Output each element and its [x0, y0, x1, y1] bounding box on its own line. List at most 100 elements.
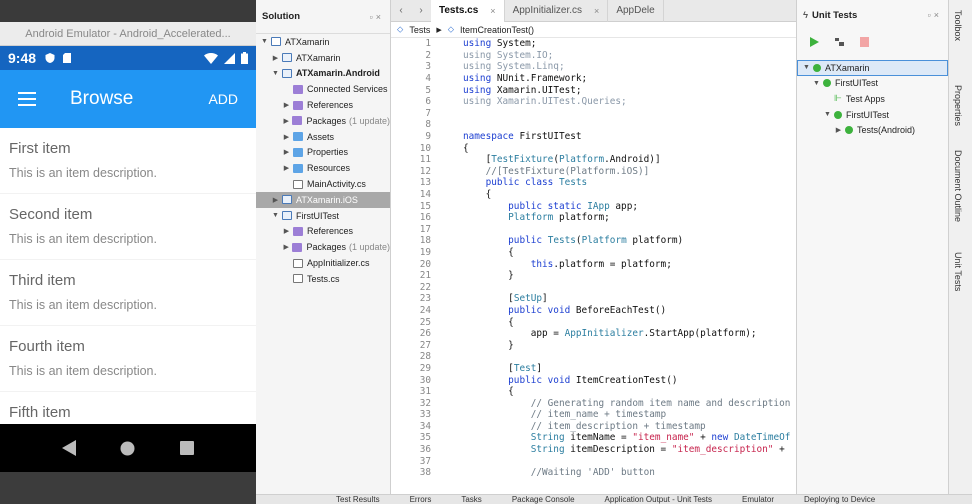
file-icon [293, 179, 303, 189]
status-item[interactable]: Package Console [512, 495, 575, 504]
expander-icon[interactable]: ▶ [282, 101, 291, 109]
line-number: 4 [425, 73, 431, 85]
home-icon[interactable] [120, 441, 135, 456]
code-line: 4 using NUnit.Framework; [391, 73, 796, 85]
pad-window-buttons[interactable]: ▫× [370, 12, 384, 22]
side-tab-unit-tests[interactable]: Unit Tests [953, 252, 963, 291]
list-item[interactable]: First item This is an item description. [0, 128, 256, 194]
code-area[interactable]: 1 using System; 2 using System.IO; 3 using Sy… [391, 38, 796, 479]
code-line: 38 //Waiting 'ADD' button [391, 467, 796, 479]
unit-test-item[interactable]: ▶ Tests(Android) [797, 122, 948, 138]
line-number: 17 [419, 223, 431, 235]
breadcrumb-method[interactable]: ItemCreationTest() [460, 25, 534, 35]
solution-tree-item[interactable]: Tests.cs [256, 271, 390, 287]
expander-icon[interactable]: ▶ [282, 243, 290, 251]
list-item[interactable]: Second item This is an item description. [0, 194, 256, 260]
side-tab-toolbox[interactable]: Toolbox [953, 10, 963, 41]
status-item[interactable]: Errors [410, 495, 432, 504]
solution-pad: Solution ▫× ▼ ATXamarin ▶ ATXamarin ▼ ATXamar… [256, 0, 391, 494]
solution-tree-item[interactable]: ▼ ATXamarin [256, 34, 390, 50]
solution-tree-item[interactable]: Connected Services [256, 81, 390, 97]
expander-icon[interactable]: ▶ [271, 196, 280, 204]
tab-label: Tests.cs [439, 5, 479, 16]
unit-test-item[interactable]: ▼ FirstUITest [797, 107, 948, 123]
solution-tree-item[interactable]: ▶ Properties [256, 145, 390, 161]
code-line: 14 { [391, 189, 796, 201]
expander-icon[interactable]: ▶ [834, 126, 843, 134]
solution-tree-item[interactable]: AppInitializer.cs [256, 255, 390, 271]
expander-icon[interactable]: ▶ [271, 54, 280, 62]
line-text: using System.IO; [463, 49, 554, 61]
nav-back-icon[interactable]: ‹ [391, 5, 411, 16]
expander-icon[interactable]: ▼ [823, 111, 832, 118]
app-toolbar: Browse ADD [0, 70, 256, 128]
expander-icon[interactable]: ▶ [282, 164, 291, 172]
folder-icon [292, 116, 303, 126]
test-apps-icon: ⊩ [834, 93, 842, 104]
line-number: 14 [419, 189, 431, 201]
add-button[interactable]: ADD [208, 91, 238, 107]
line-text: public static IApp app; [508, 200, 638, 212]
status-item[interactable]: Tasks [461, 495, 481, 504]
line-text: namespace FirstUITest [463, 131, 582, 143]
tree-item-label: References [307, 100, 354, 111]
solution-tree-item[interactable]: ▶ References [256, 97, 390, 113]
editor-tab[interactable]: Tests.cs × [431, 0, 505, 22]
back-icon[interactable] [62, 440, 77, 456]
expander-icon[interactable]: ▶ [282, 117, 290, 125]
status-item[interactable]: Deploying to Device [804, 495, 875, 504]
expander-icon[interactable]: ▼ [271, 212, 280, 219]
stop-icon[interactable] [859, 37, 870, 47]
unit-tests-pad: ϟ Unit Tests ▫× ▼ ATXamarin ▼ FirstUITest ⊩ T… [796, 0, 948, 494]
solution-tree-item[interactable]: ▶ Packages (1 update) [256, 239, 390, 255]
code-line: 2 using System.IO; [391, 50, 796, 62]
run-all-icon[interactable] [809, 37, 820, 47]
editor-tab-bar: ‹ › Tests.cs × AppInitializer.cs × AppDele [391, 0, 796, 22]
tree-item-label: Tests.cs [307, 273, 340, 284]
code-line: 21 } [391, 270, 796, 282]
solution-tree-item[interactable]: ▶ Resources [256, 160, 390, 176]
unit-test-item[interactable]: ⊩ Test Apps [797, 91, 948, 107]
side-tab-properties[interactable]: Properties [953, 85, 963, 126]
solution-tree-item[interactable]: ▶ References [256, 224, 390, 240]
pad-window-buttons[interactable]: ▫× [928, 10, 942, 20]
solution-tree-item[interactable]: ▶ Assets [256, 129, 390, 145]
unit-test-item[interactable]: ▼ FirstUITest [797, 76, 948, 92]
side-tab-document-outline[interactable]: Document Outline [953, 150, 963, 222]
solution-tree-item[interactable]: ▶ ATXamarin.iOS [256, 191, 390, 208]
class-icon: ⬦ [397, 24, 404, 34]
hamburger-menu-icon[interactable] [18, 92, 36, 106]
solution-tree-item[interactable]: ▼ ATXamarin.Android [256, 66, 390, 82]
expander-icon[interactable]: ▼ [260, 38, 269, 45]
expander-icon[interactable]: ▶ [282, 133, 291, 141]
method-icon: ⬦ [447, 24, 455, 34]
close-icon[interactable]: × [490, 6, 495, 16]
expander-icon[interactable]: ▼ [271, 70, 280, 77]
editor-tab[interactable]: AppInitializer.cs × [505, 0, 609, 22]
tree-item-label: ATXamarin.Android [296, 68, 380, 79]
unit-test-item[interactable]: ▼ ATXamarin [797, 60, 948, 76]
solution-tree-item[interactable]: MainActivity.cs [256, 176, 390, 192]
solution-tree-item[interactable]: ▶ ATXamarin [256, 50, 390, 66]
close-icon[interactable]: × [594, 6, 599, 16]
run-selected-icon[interactable] [834, 37, 845, 47]
expander-icon[interactable]: ▼ [812, 80, 821, 87]
list-item[interactable]: Fourth item This is an item description. [0, 326, 256, 392]
solution-tree-item[interactable]: ▼ FirstUITest [256, 208, 390, 224]
expander-icon[interactable]: ▼ [802, 64, 811, 71]
nav-forward-icon[interactable]: › [411, 5, 431, 16]
status-item[interactable]: Application Output - Unit Tests [605, 495, 712, 504]
expander-icon[interactable]: ▶ [282, 148, 291, 156]
status-item[interactable]: Test Results [336, 495, 380, 504]
recents-icon[interactable] [179, 441, 194, 455]
editor-tab[interactable]: AppDele [608, 0, 664, 22]
status-item[interactable]: Emulator [742, 495, 774, 504]
solution-tree-item[interactable]: ▶ Packages (1 update) [256, 113, 390, 129]
line-number: 35 [419, 432, 431, 444]
code-line: 26 app = AppInitializer.StartApp(platfor… [391, 328, 796, 340]
list-item[interactable]: Third item This is an item description. [0, 260, 256, 326]
expander-icon[interactable]: ▶ [282, 227, 291, 235]
breadcrumb-class[interactable]: Tests [409, 25, 430, 35]
test-label: FirstUITest [835, 78, 879, 89]
code-line: 10 { [391, 142, 796, 154]
